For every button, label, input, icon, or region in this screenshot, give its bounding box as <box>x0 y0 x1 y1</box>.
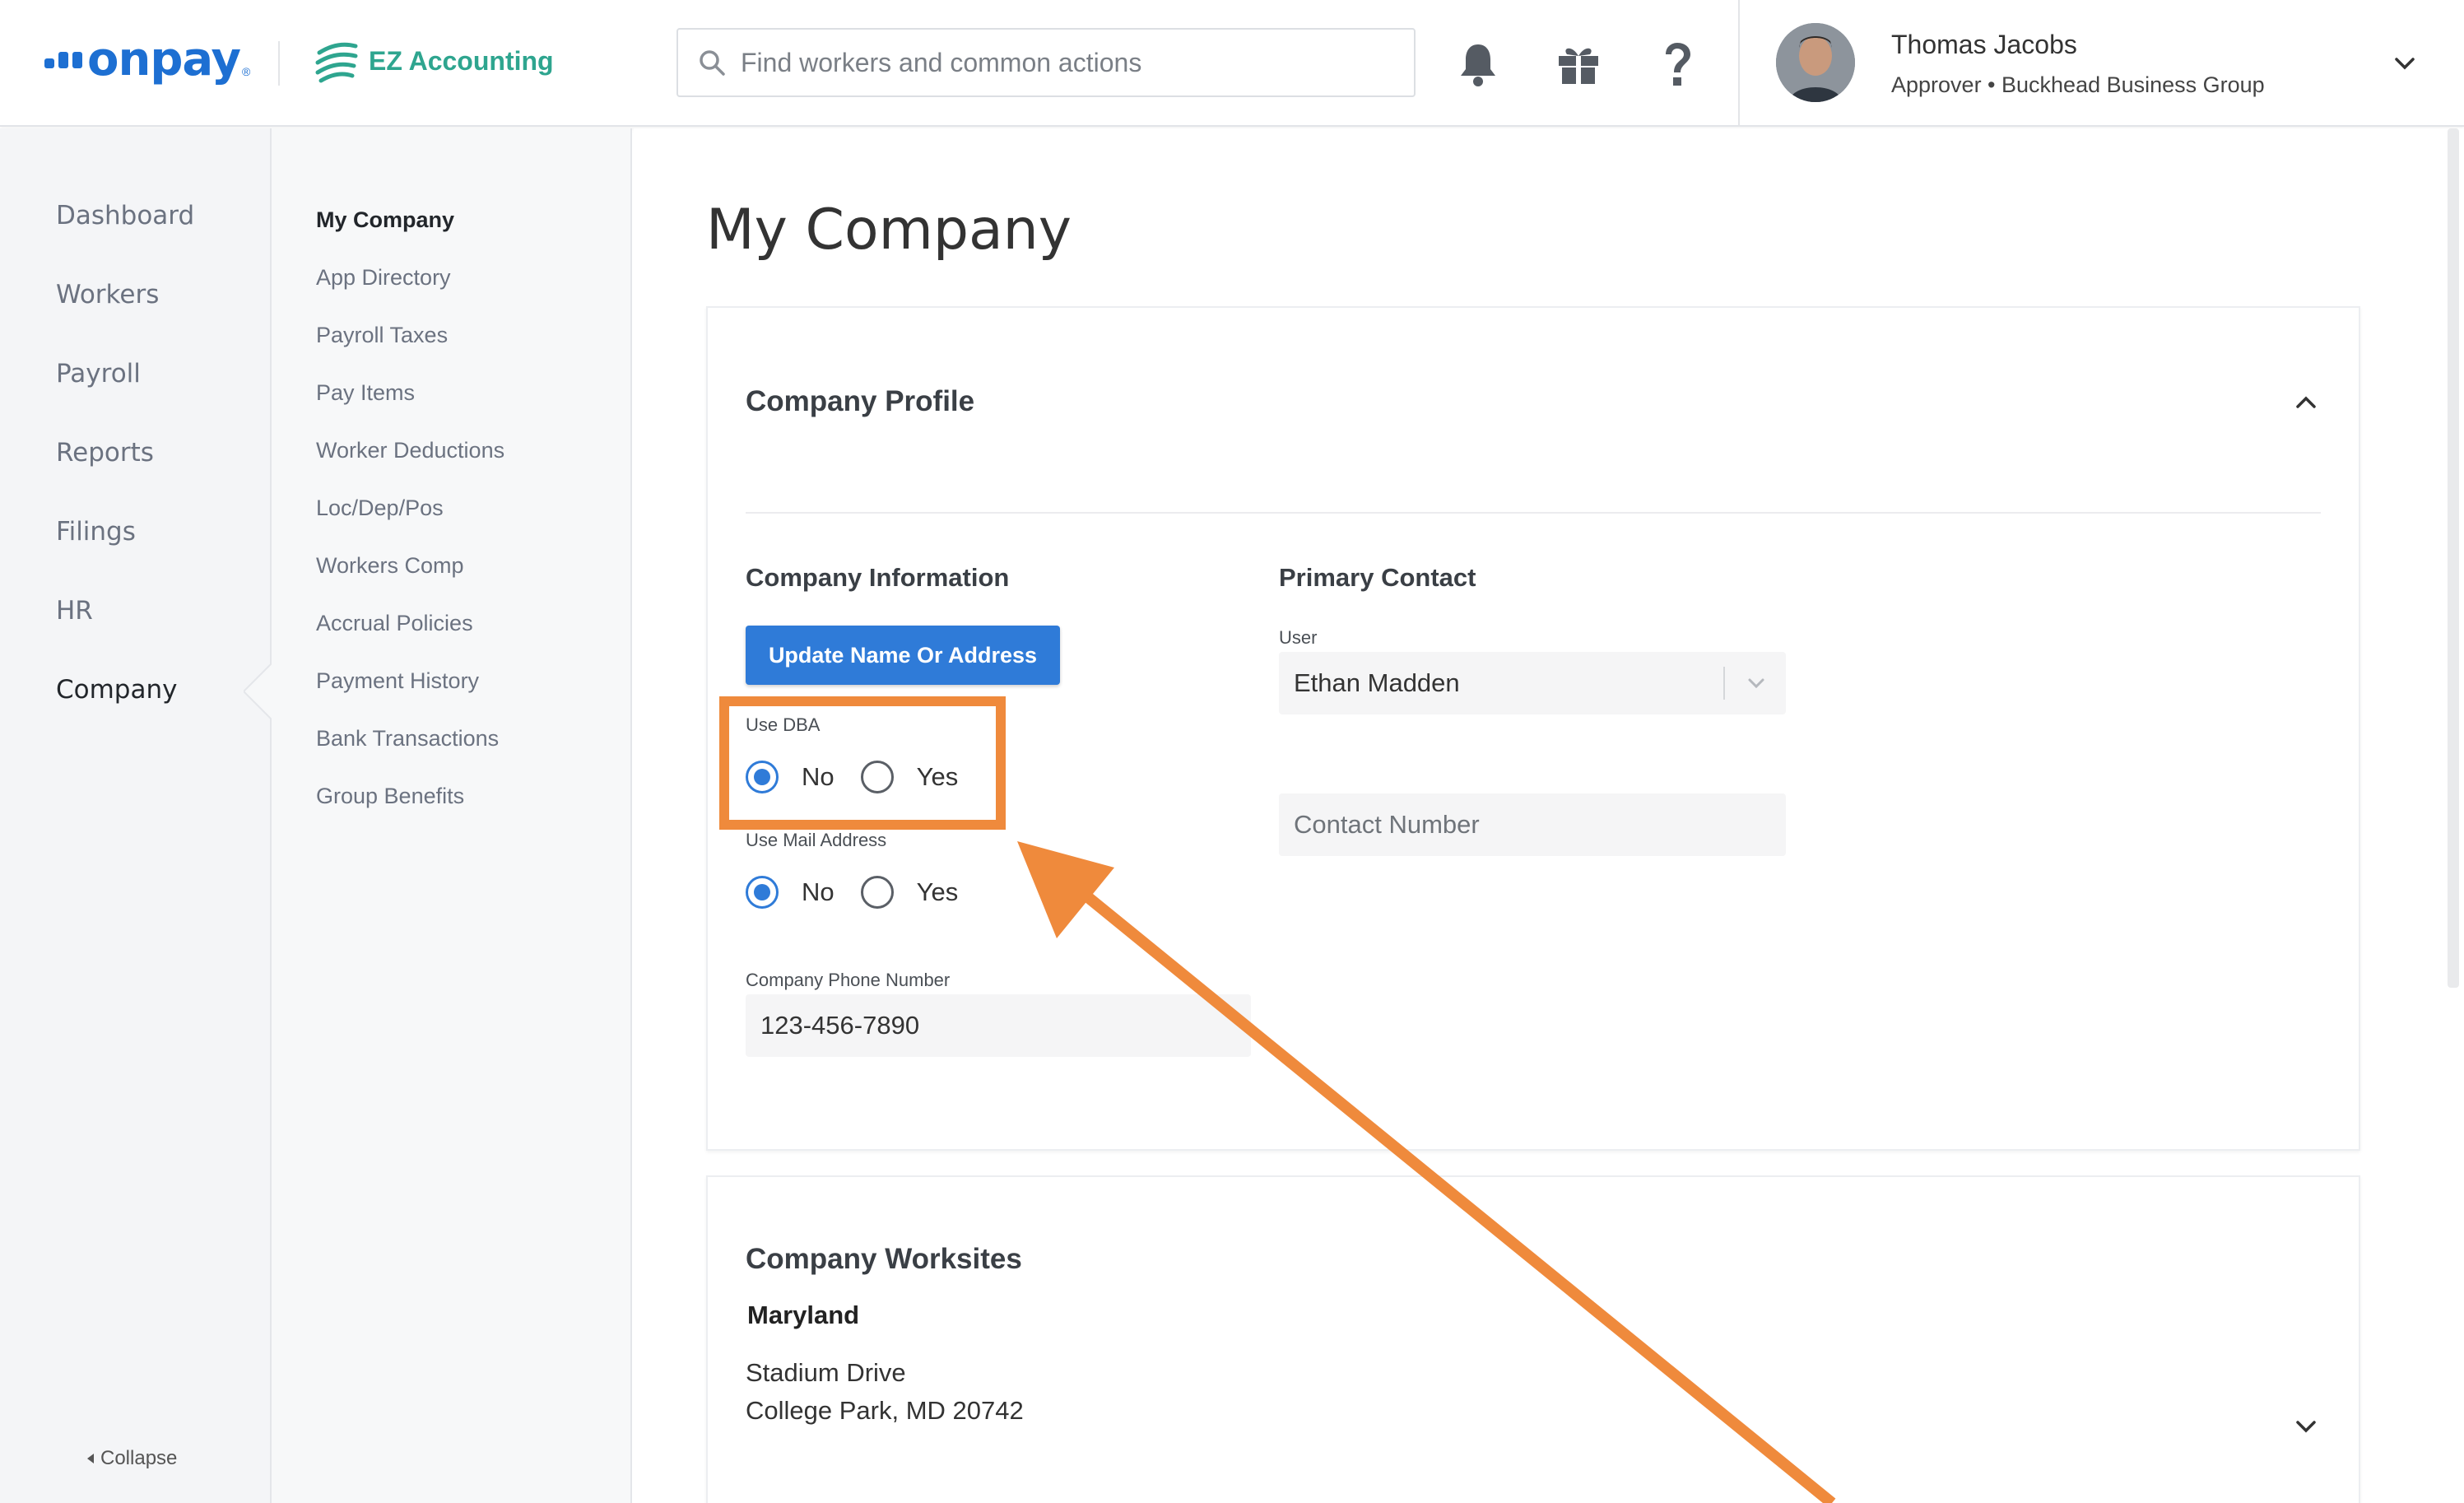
onpay-logo[interactable]: onpay ® <box>44 33 250 86</box>
subnav-app-directory[interactable]: App Directory <box>316 265 451 291</box>
nav-item-company[interactable]: Company <box>56 675 177 705</box>
search-input[interactable] <box>741 47 1383 78</box>
collapse-chevron-up-icon[interactable] <box>2293 390 2319 416</box>
partner-name: EZ Accounting <box>369 45 554 76</box>
secondary-sidebar: My Company App Directory Payroll Taxes P… <box>270 128 632 1503</box>
select-separator <box>1723 667 1725 700</box>
header-divider <box>278 41 280 86</box>
user-select[interactable]: Ethan Madden <box>1279 652 1786 714</box>
nav-item-dashboard[interactable]: Dashboard <box>56 201 194 230</box>
user-name: Thomas Jacobs <box>1891 30 2077 59</box>
notification-bell-icon[interactable] <box>1457 41 1499 87</box>
use-mail-no-label[interactable]: No <box>802 877 835 907</box>
company-worksites-title: Company Worksites <box>746 1243 1022 1275</box>
logo-dots-icon <box>44 51 82 68</box>
company-worksites-card <box>706 1175 2360 1503</box>
nav-item-payroll[interactable]: Payroll <box>56 359 141 389</box>
company-profile-title: Company Profile <box>746 385 975 417</box>
collapse-sidebar-button[interactable]: Collapse <box>86 1447 177 1470</box>
annotation-highlight-box <box>719 696 1006 830</box>
user-role: Approver • Buckhead Business Group <box>1891 72 2265 97</box>
primary-sidebar: Dashboard Workers Payroll Reports Filing… <box>0 128 270 1503</box>
use-mail-address-radio-group: No Yes <box>746 876 984 909</box>
company-information-title: Company Information <box>746 563 1010 592</box>
header-divider-right <box>1738 0 1740 127</box>
active-nav-notch <box>244 663 272 719</box>
update-name-or-address-button[interactable]: Update Name Or Address <box>746 626 1060 685</box>
worksite-address-line1: Stadium Drive <box>746 1358 906 1387</box>
subnav-accrual-policies[interactable]: Accrual Policies <box>316 611 473 636</box>
use-mail-no-radio[interactable] <box>746 876 779 909</box>
nav-item-filings[interactable]: Filings <box>56 517 136 547</box>
primary-contact-title: Primary Contact <box>1279 563 1476 592</box>
partner-logo[interactable]: EZ Accounting <box>314 38 554 84</box>
caret-left-icon <box>87 1454 94 1463</box>
search-box[interactable] <box>676 28 1416 97</box>
subnav-payment-history[interactable]: Payment History <box>316 668 479 694</box>
page-scrollbar[interactable] <box>2448 128 2459 988</box>
subnav-loc-dep-pos[interactable]: Loc/Dep/Pos <box>316 496 444 521</box>
help-question-icon[interactable] <box>1661 41 1694 89</box>
logo-text: onpay <box>87 33 241 86</box>
collapse-label: Collapse <box>100 1447 178 1469</box>
gift-icon[interactable] <box>1555 41 1602 87</box>
subnav-pay-items[interactable]: Pay Items <box>316 380 415 406</box>
user-select-label: User <box>1279 627 1318 648</box>
nav-item-workers[interactable]: Workers <box>56 280 159 309</box>
search-icon <box>700 50 725 76</box>
use-mail-yes-label[interactable]: Yes <box>917 877 959 907</box>
logo-registered-mark: ® <box>242 65 251 78</box>
worksite-address-line2: College Park, MD 20742 <box>746 1396 1024 1425</box>
subnav-worker-deductions[interactable]: Worker Deductions <box>316 438 504 463</box>
use-mail-yes-radio[interactable] <box>860 876 894 909</box>
subnav-payroll-taxes[interactable]: Payroll Taxes <box>316 323 448 348</box>
select-chevron-down-icon[interactable] <box>1745 672 1768 695</box>
contact-number-input[interactable]: Contact Number <box>1279 793 1786 856</box>
subnav-group-benefits[interactable]: Group Benefits <box>316 784 464 809</box>
nav-item-hr[interactable]: HR <box>56 596 93 626</box>
avatar[interactable] <box>1776 23 1855 102</box>
subnav-bank-transactions[interactable]: Bank Transactions <box>316 726 499 752</box>
worksite-state: Maryland <box>747 1301 860 1329</box>
subnav-my-company[interactable]: My Company <box>316 207 454 233</box>
company-phone-label: Company Phone Number <box>746 970 951 990</box>
subnav-workers-comp[interactable]: Workers Comp <box>316 553 464 579</box>
user-menu-chevron-down-icon[interactable] <box>2390 49 2420 79</box>
expand-chevron-down-icon[interactable] <box>2293 1412 2319 1439</box>
use-mail-address-label: Use Mail Address <box>746 830 887 850</box>
ez-accounting-icon <box>315 42 358 83</box>
avatar-photo-icon <box>1776 23 1855 102</box>
company-phone-input[interactable]: 123-456-7890 <box>746 994 1251 1057</box>
page-title: My Company <box>706 198 1072 263</box>
top-header: onpay ® EZ Accounting Find workers and c… <box>0 0 2464 127</box>
nav-item-reports[interactable]: Reports <box>56 438 154 468</box>
user-select-value: Ethan Madden <box>1294 668 1460 697</box>
card-divider <box>746 512 2321 514</box>
